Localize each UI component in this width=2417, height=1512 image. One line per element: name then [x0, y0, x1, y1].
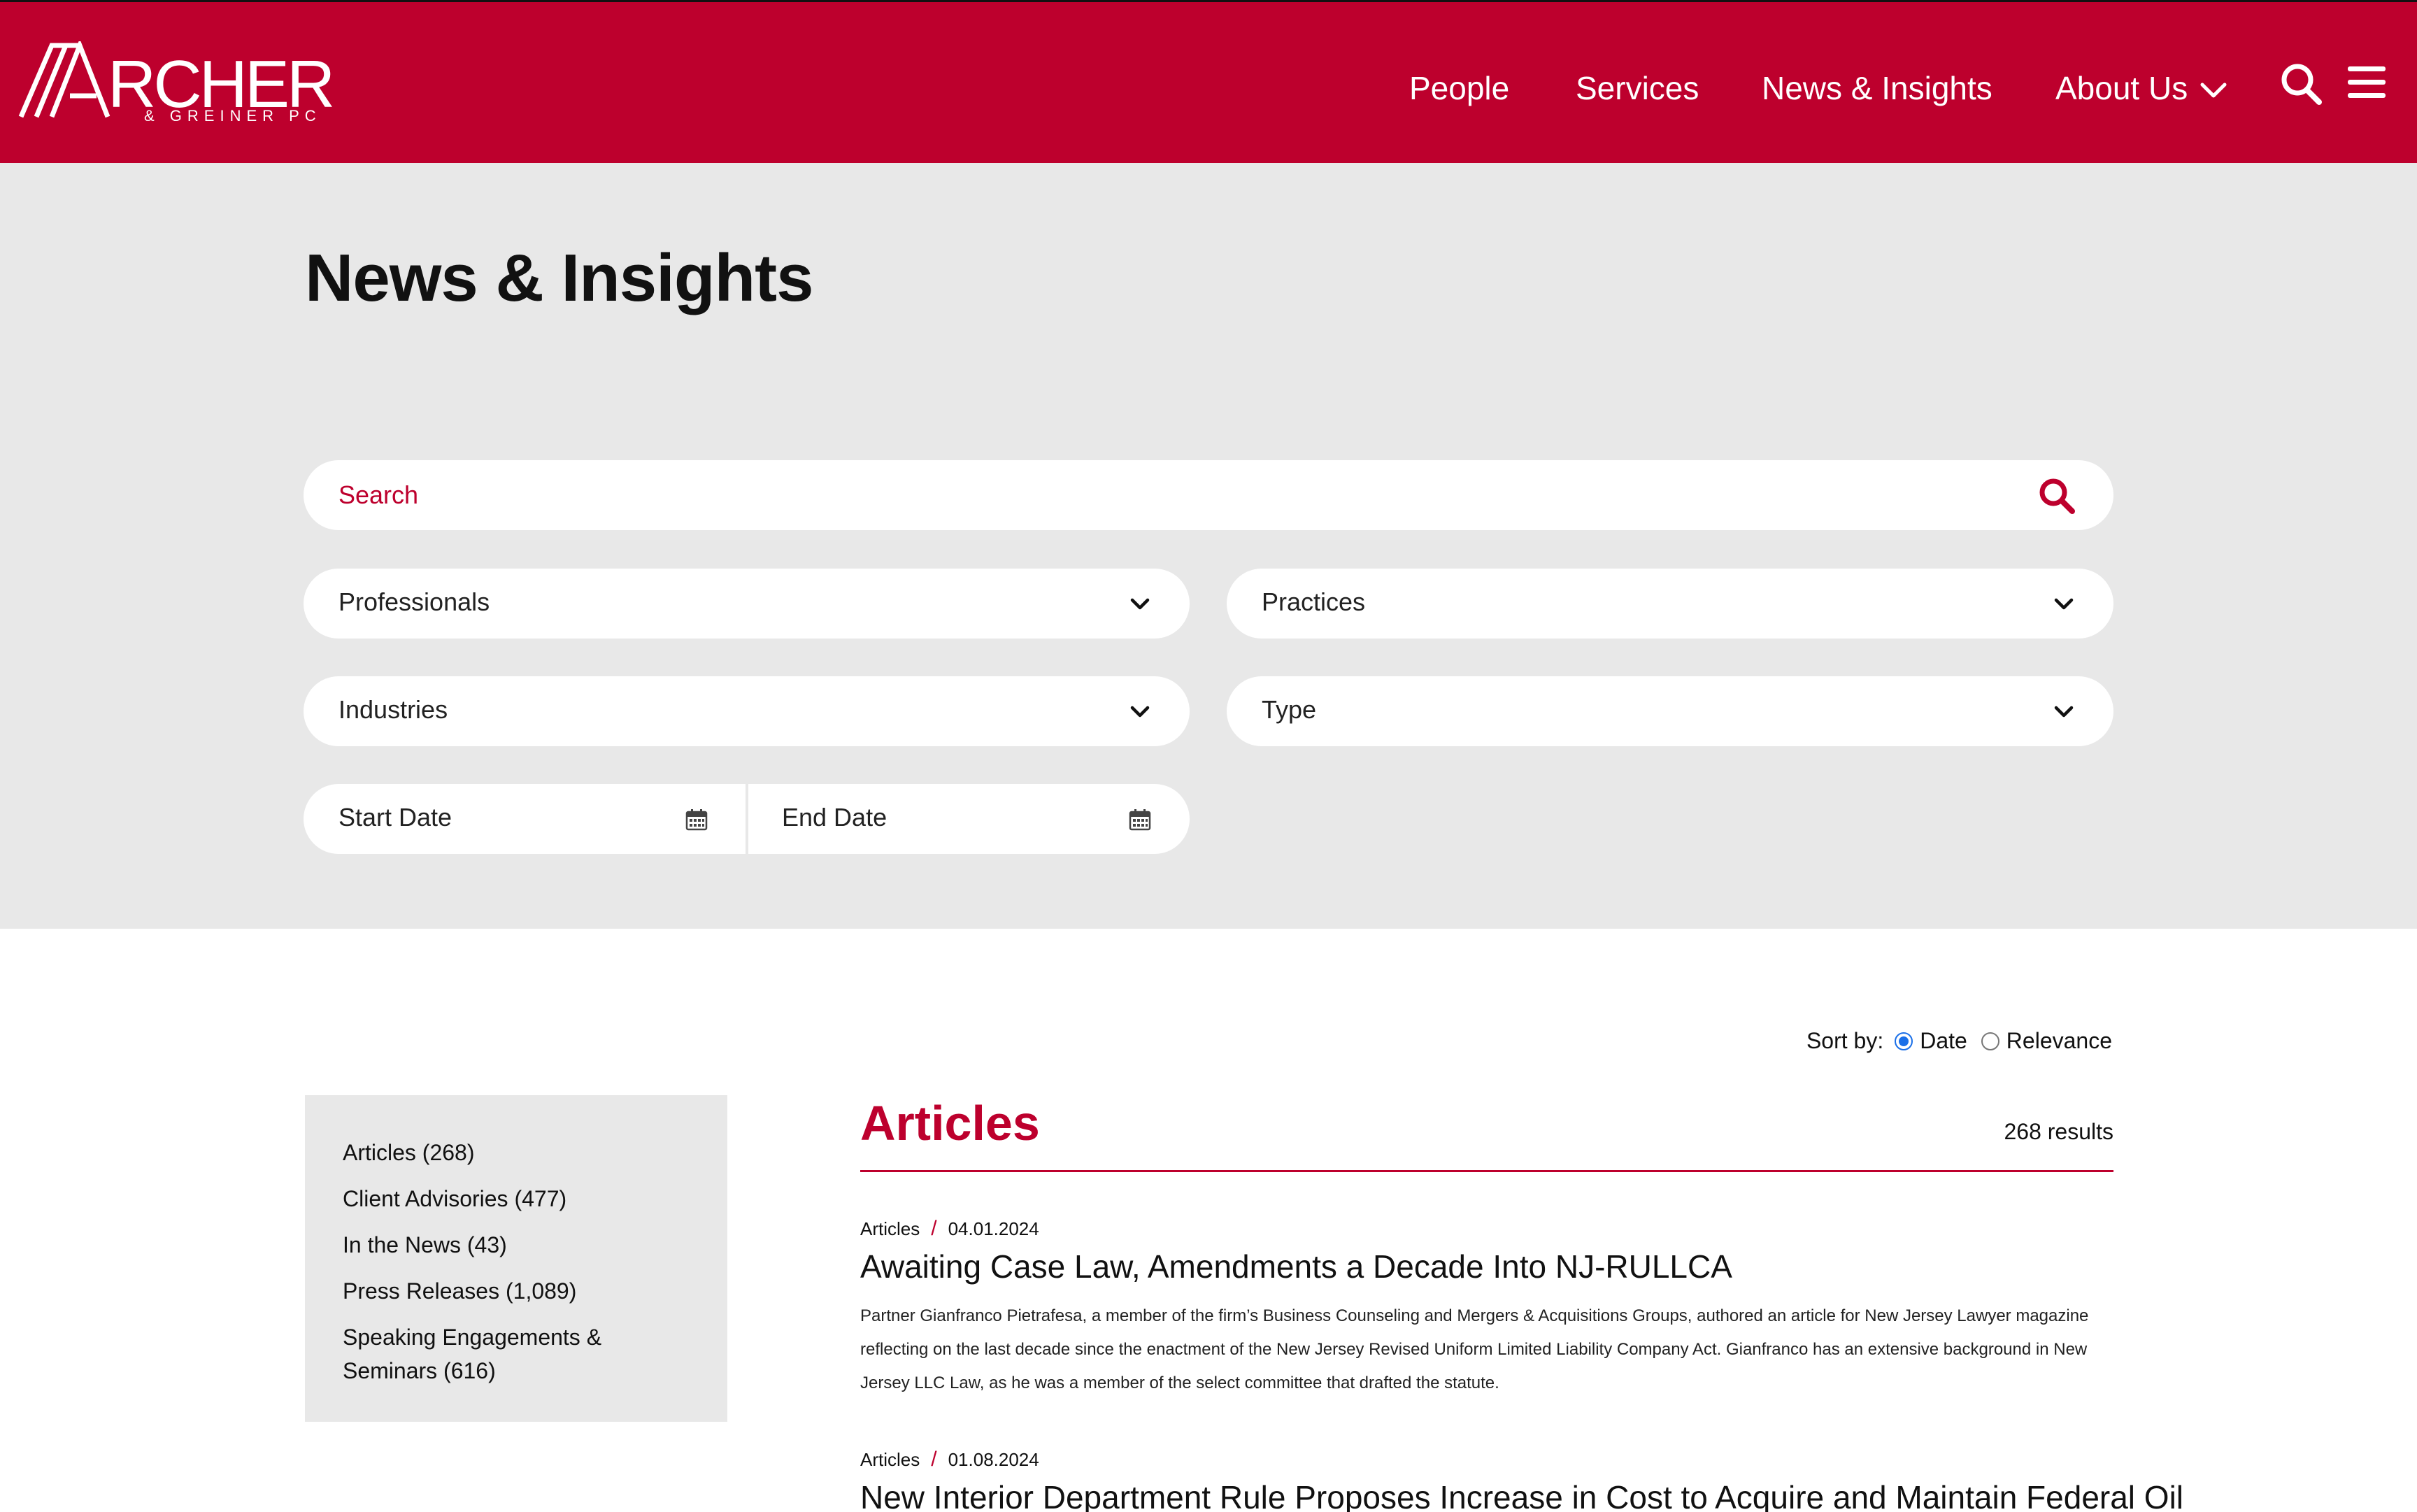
chevron-down-icon	[1130, 706, 1150, 718]
results-count: 268 results	[2004, 1119, 2113, 1144]
type-select-label: Type	[1262, 695, 1317, 724]
search-icon[interactable]	[2038, 477, 2076, 515]
sidebar-item-in-the-news[interactable]: In the News (43)	[343, 1228, 692, 1262]
chevron-down-icon[interactable]	[2199, 80, 2227, 100]
article-meta: Articles / 01.08.2024	[860, 1448, 2113, 1471]
sort-relevance-label[interactable]: Relevance	[2006, 1028, 2112, 1054]
sort-control: Sort by: Date Relevance	[1806, 1028, 2112, 1054]
date-range: Start Date End Date	[304, 784, 1190, 854]
results-header: Articles 268 results	[860, 1095, 2113, 1172]
page-title: News & Insights	[305, 241, 813, 315]
category-sidebar: Articles (268) Client Advisories (477) I…	[305, 1095, 727, 1422]
calendar-icon[interactable]	[1129, 808, 1151, 831]
search-input[interactable]	[338, 474, 1982, 516]
industries-select[interactable]: Industries	[304, 676, 1190, 746]
industries-select-label: Industries	[338, 695, 448, 724]
article-title[interactable]: Awaiting Case Law, Amendments a Decade I…	[860, 1248, 2113, 1285]
article-date: 04.01.2024	[948, 1218, 1039, 1239]
meta-separator: /	[931, 1217, 937, 1240]
calendar-icon[interactable]	[685, 808, 708, 831]
site-header: RCHER & GREINER PC People Services News …	[0, 0, 2417, 163]
practices-select[interactable]: Practices	[1227, 569, 2113, 639]
article-summary: Partner Gianfranco Pietrafesa, a member …	[860, 1306, 2089, 1392]
date-divider	[746, 784, 748, 854]
nav-people[interactable]: People	[1409, 69, 1509, 107]
nav-news-insights[interactable]: News & Insights	[1762, 69, 1992, 107]
nav-about-us[interactable]: About Us	[2055, 69, 2188, 107]
professionals-select-label: Professionals	[338, 587, 490, 616]
meta-separator: /	[931, 1448, 937, 1471]
chevron-down-icon	[2054, 598, 2074, 610]
sidebar-item-client-advisories[interactable]: Client Advisories (477)	[343, 1182, 692, 1215]
sort-relevance-radio[interactable]	[1981, 1032, 1999, 1050]
results-heading: Articles	[860, 1096, 1040, 1150]
archer-logo-icon: RCHER & GREINER PC	[18, 41, 333, 124]
professionals-select[interactable]: Professionals	[304, 569, 1190, 639]
list-item: Articles / 01.08.2024 New Interior Depar…	[860, 1448, 2183, 1512]
filter-panel: News & Insights Professionals Practices …	[0, 163, 2417, 929]
chevron-down-icon	[2054, 706, 2074, 718]
sidebar-item-press-releases[interactable]: Press Releases (1,089)	[343, 1274, 692, 1308]
sidebar-item-speaking-engagements[interactable]: Speaking Engagements & Seminars (616)	[343, 1320, 692, 1388]
start-date-input[interactable]: Start Date	[338, 803, 452, 832]
search-bar	[304, 460, 2113, 530]
article-meta: Articles / 04.01.2024	[860, 1217, 2113, 1241]
list-item: Articles / 04.01.2024 Awaiting Case Law,…	[860, 1217, 2113, 1400]
brand-logo[interactable]: RCHER & GREINER PC	[18, 41, 333, 125]
end-date-input[interactable]: End Date	[782, 803, 887, 832]
article-date: 01.08.2024	[948, 1448, 1039, 1470]
chevron-down-icon	[1130, 598, 1150, 610]
sidebar-item-articles[interactable]: Articles (268)	[343, 1136, 692, 1169]
sort-label: Sort by:	[1806, 1028, 1884, 1053]
type-select[interactable]: Type	[1227, 676, 2113, 746]
menu-icon[interactable]	[2348, 65, 2386, 99]
article-type[interactable]: Articles	[860, 1449, 920, 1471]
svg-text:& GREINER PC: & GREINER PC	[144, 107, 322, 124]
sort-date-radio[interactable]	[1895, 1032, 1913, 1050]
article-type[interactable]: Articles	[860, 1218, 920, 1240]
sort-date-label[interactable]: Date	[1920, 1028, 1967, 1054]
nav-services[interactable]: Services	[1576, 69, 1699, 107]
search-icon[interactable]	[2280, 62, 2322, 106]
article-title[interactable]: New Interior Department Rule Proposes In…	[860, 1478, 2183, 1512]
practices-select-label: Practices	[1262, 587, 1366, 616]
